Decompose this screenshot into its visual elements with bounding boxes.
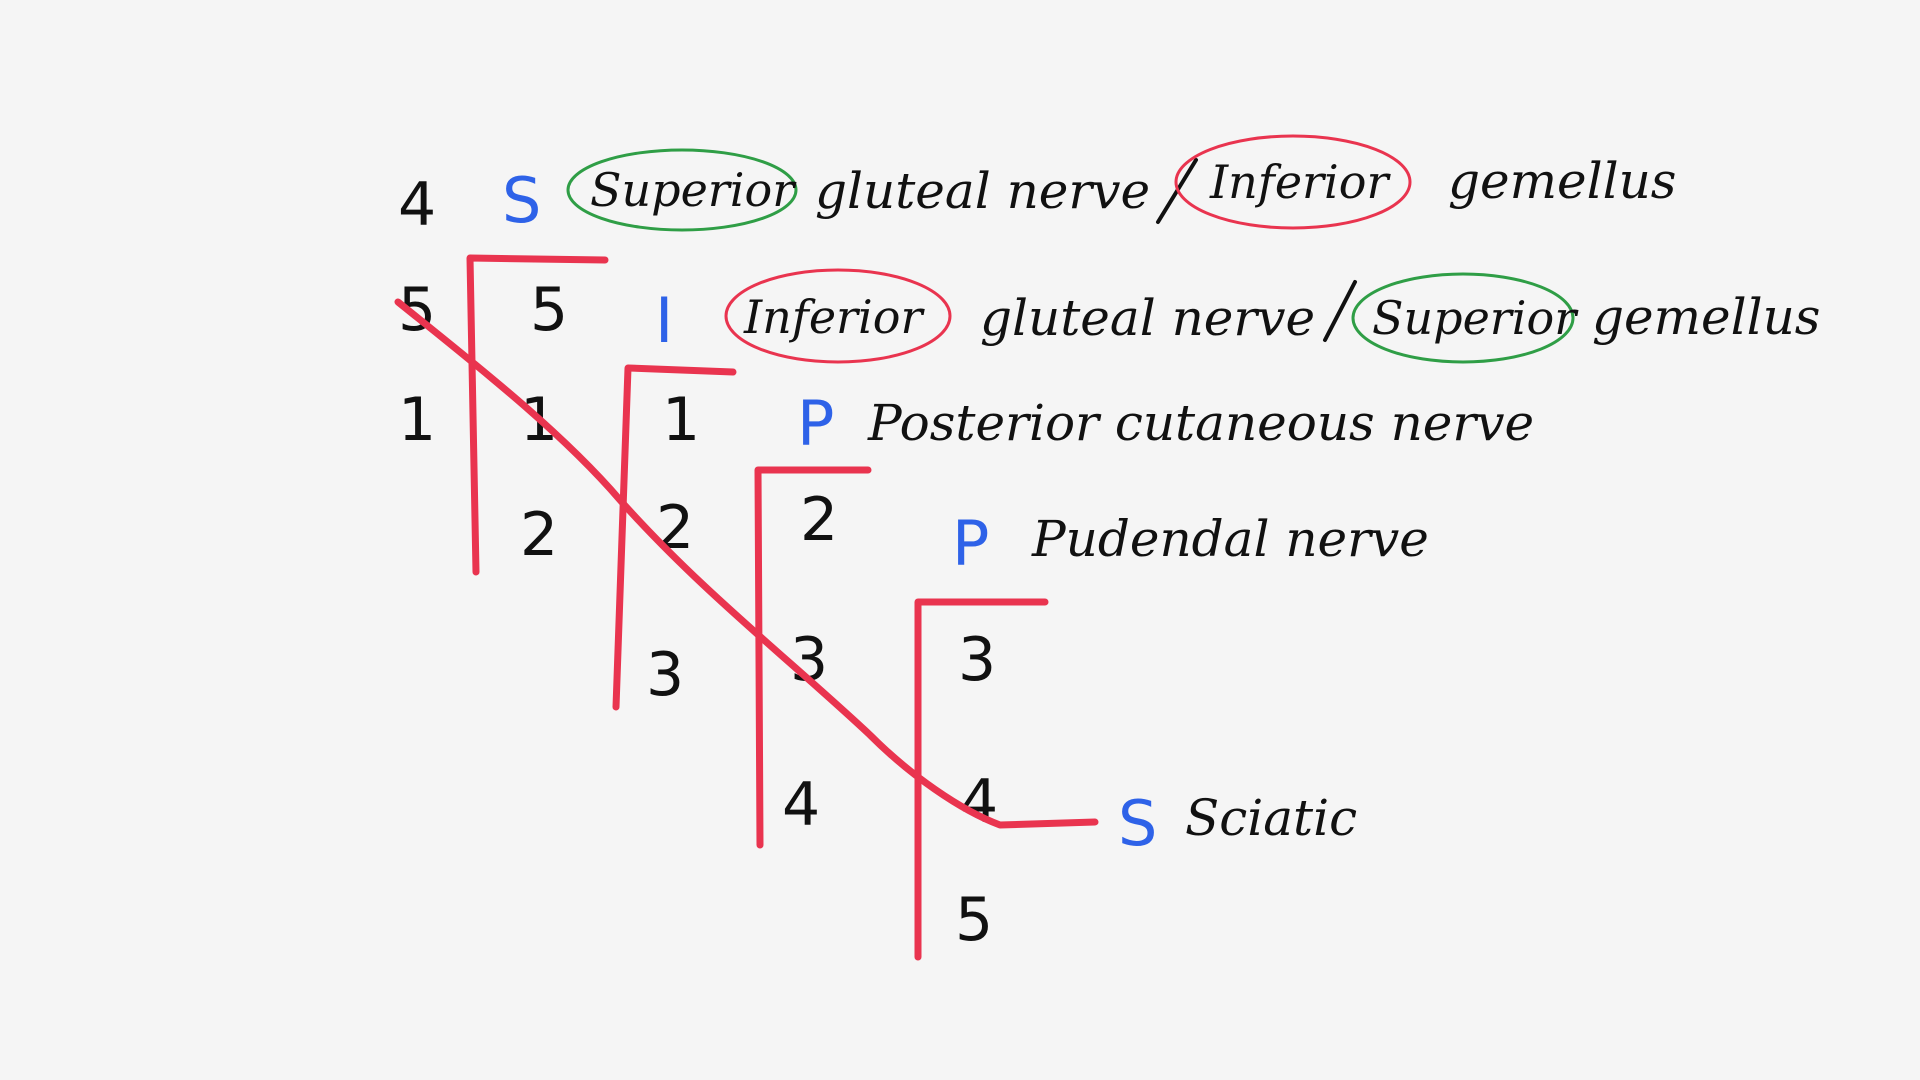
col5-number-3: 3: [958, 625, 996, 695]
text-posterior-cutaneous-nerve: Posterior cutaneous nerve: [867, 394, 1534, 452]
letter-i-inferior: I: [655, 284, 673, 357]
col4-number-4: 4: [782, 770, 820, 840]
col5-number-4: 4: [960, 767, 998, 837]
letter-p-posterior: P: [797, 387, 834, 460]
letter-s-sciatic: S: [1118, 787, 1157, 860]
slash-2: [1323, 280, 1357, 342]
whiteboard-canvas: 4 5 1 5 1 2 1 2 3 2 3 4 3 4 5 S Superior…: [394, 134, 1820, 961]
col3-number-1: 1: [662, 385, 700, 455]
word-superior: Superior: [590, 163, 797, 217]
text-sciatic: Sciatic: [1185, 789, 1357, 847]
text-gluteal-nerve-2: gluteal nerve: [980, 289, 1315, 347]
col1-number-4: 4: [398, 170, 436, 240]
sciatic-diagonal-line: [394, 298, 1099, 829]
letter-s-superior: S: [502, 164, 541, 237]
col2-number-5: 5: [530, 275, 568, 345]
letter-p-pudendal: P: [952, 507, 989, 580]
text-gemellus-2: gemellus: [1592, 288, 1820, 346]
word-inferior-1: Inferior: [1209, 155, 1391, 209]
col2-number-2: 2: [520, 500, 558, 570]
col1-number-1: 1: [398, 385, 436, 455]
word-inferior-2: Inferior: [743, 290, 925, 344]
col5-number-5: 5: [955, 885, 993, 955]
text-gemellus-1: gemellus: [1448, 152, 1676, 210]
text-gluteal-nerve-1: gluteal nerve: [815, 162, 1150, 220]
col3-number-3: 3: [646, 640, 684, 710]
word-superior-2: Superior: [1372, 291, 1579, 345]
col3-number-2: 2: [656, 493, 694, 563]
text-pudendal-nerve: Pudendal nerve: [1031, 510, 1429, 568]
col4-number-2: 2: [800, 485, 838, 555]
